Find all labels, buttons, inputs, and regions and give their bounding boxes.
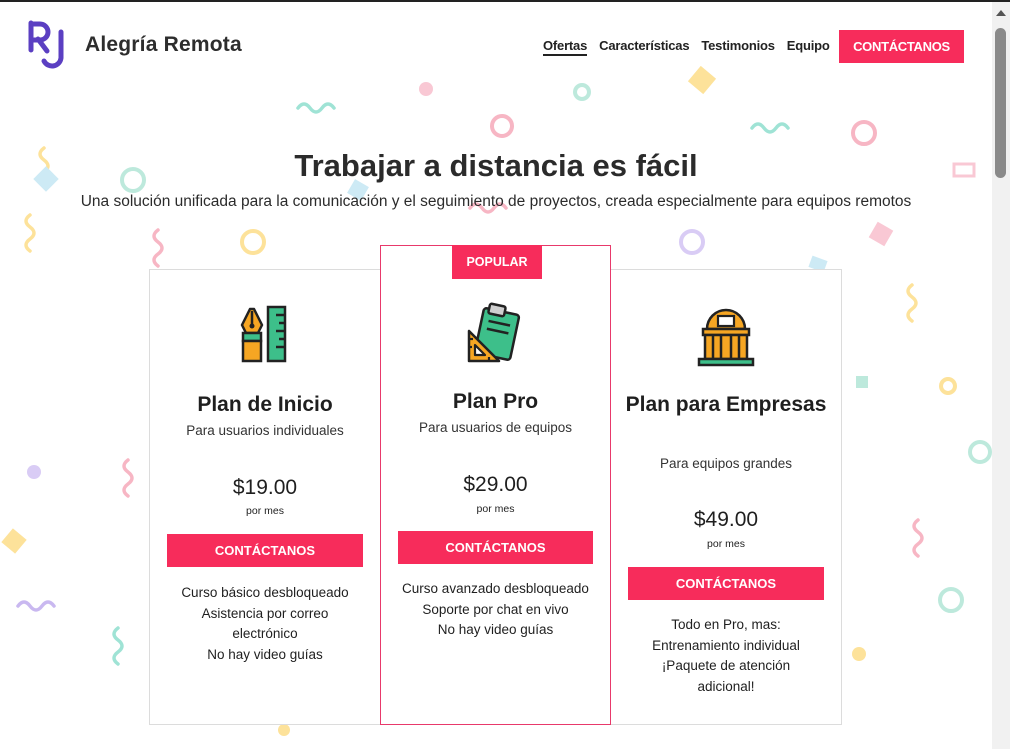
plan-name: Plan de Inicio <box>197 393 333 416</box>
feature-item: ¡Paquete de atención adicional! <box>661 658 791 694</box>
plan-price: $49.00 <box>693 508 759 531</box>
plan-features: Todo en Pro, mas: Entrenamiento individu… <box>621 615 831 697</box>
plan-name: Plan Pro <box>452 390 539 413</box>
plan-description: Para usuarios de equipos <box>418 420 573 435</box>
scroll-up-arrow-icon[interactable] <box>996 10 1006 16</box>
plan-features: Curso avanzado desbloqueado Soporte por … <box>391 579 600 641</box>
plan-period: por mes <box>707 538 745 550</box>
main-nav: Ofertas Características Testimonios Equi… <box>543 38 830 56</box>
clipboard-icon <box>467 302 520 363</box>
popular-badge: POPULAR <box>452 245 542 279</box>
plan-inicio-contact-button[interactable]: CONTÁCTANOS <box>167 534 363 567</box>
plan-description: Para usuarios individuales <box>186 423 344 438</box>
building-icon <box>697 308 755 367</box>
brand-name[interactable]: Alegría Remota <box>85 33 242 57</box>
feature-item: No hay video guías <box>207 646 323 662</box>
pricing-card-inicio: Plan de Inicio Para usuarios individuale… <box>149 269 381 725</box>
feature-item: Curso básico desbloqueado <box>181 585 349 600</box>
feature-item: Entrenamiento individual <box>652 637 800 653</box>
plan-features: Curso básico desbloqueado Asistencia por… <box>160 583 370 665</box>
site-header: Alegría Remota Ofertas Características T… <box>0 0 992 90</box>
plan-price: $19.00 <box>232 476 298 499</box>
pricing-card-empresas: Plan para Empresas Para equipos grandes … <box>610 269 842 725</box>
plan-period: por mes <box>476 503 515 515</box>
feature-item: No hay video guías <box>437 622 554 637</box>
hero-title: Trabajar a distancia es fácil <box>294 148 698 183</box>
pen-ruler-icon <box>240 305 287 363</box>
nav-link-equipo[interactable]: Equipo <box>787 38 830 56</box>
brand-logo-icon[interactable] <box>28 20 72 72</box>
feature-item: Todo en Pro, mas: <box>671 617 781 632</box>
nav-link-testimonios[interactable]: Testimonios <box>701 38 775 56</box>
plan-period: por mes <box>246 505 284 517</box>
plan-name: Plan para Empresas <box>625 393 827 416</box>
vertical-scrollbar[interactable] <box>992 2 1010 749</box>
nav-link-caracteristicas[interactable]: Características <box>599 38 689 56</box>
plan-description: Para equipos grandes <box>659 456 793 471</box>
pricing-card-pro: POPULAR Plan Pro Para usuarios de equipo… <box>380 245 611 725</box>
plan-pro-contact-button[interactable]: CONTÁCTANOS <box>398 531 593 564</box>
feature-item: Curso avanzado desbloqueado <box>402 581 589 596</box>
scrollbar-thumb[interactable] <box>995 28 1006 178</box>
plan-price: $29.00 <box>463 473 528 496</box>
nav-link-ofertas[interactable]: Ofertas <box>543 38 587 56</box>
header-contact-button[interactable]: CONTÁCTANOS <box>839 30 964 63</box>
hero-subtitle: Una solución unificada para la comunicac… <box>80 193 912 210</box>
feature-item: Soporte por chat en vivo <box>422 601 569 617</box>
plan-empresas-contact-button[interactable]: CONTÁCTANOS <box>628 567 824 600</box>
feature-item: Asistencia por correo electrónico <box>201 605 329 642</box>
